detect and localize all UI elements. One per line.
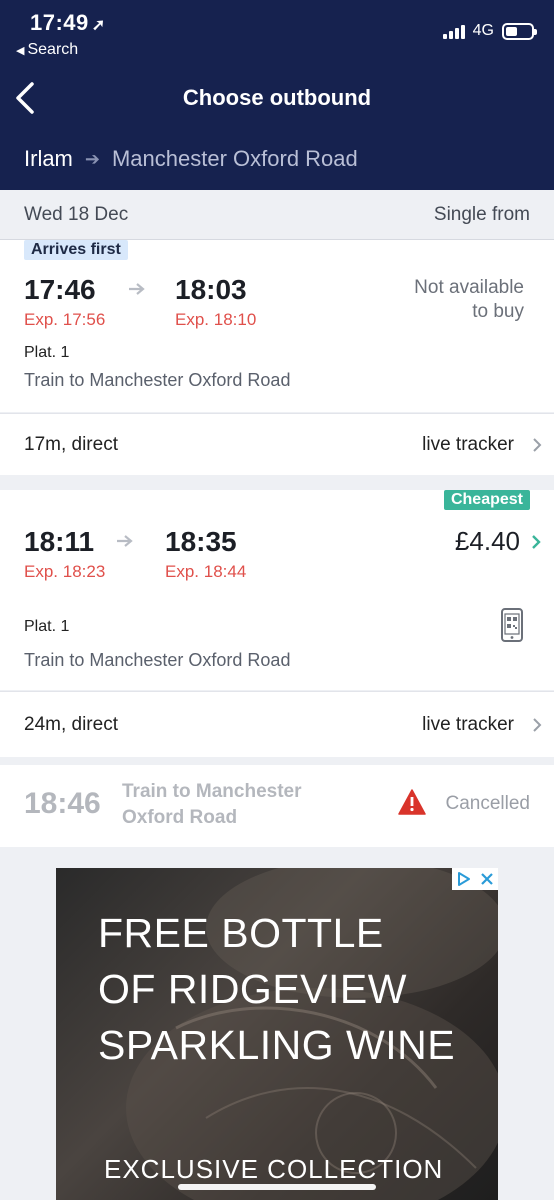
chevron-right-icon [533,718,542,732]
destination-line-2: Oxford Road [122,807,238,828]
home-indicator[interactable] [178,1184,376,1190]
clock: 17:49 [30,10,89,35]
mobile-ticket-icon [501,608,523,642]
screen: 17:49 ➚ ◀ Search 4G Choose outbound Irlam … [0,0,554,1200]
chevron-right-icon [532,535,541,549]
arrival-time: 18:35 [165,526,237,557]
page-title: Choose outbound [182,85,372,110]
ad-close-icon[interactable] [480,872,494,886]
route-arrow-icon: ➔ [84,148,100,169]
header: 17:49 ➚ ◀ Search 4G Choose outbound Irlam … [0,0,554,190]
advertisement-banner[interactable]: FREE BOTTLE OF RIDGEVIEW SPARKLING WINE … [56,868,498,1200]
availability-line-1: Not available [414,277,524,298]
travel-date: Wed 18 Dec [24,204,129,225]
battery-icon [502,22,537,40]
arrival-time: 18:03 [175,274,247,305]
status-time: 17:49 ➚ [30,10,106,36]
platform-label: Plat. 1 [24,344,70,361]
cancelled-status: Cancelled [445,793,531,814]
chevron-right-icon [533,438,542,452]
origin-station: Irlam [24,146,73,171]
route-summary: Irlam ➔ Manchester Oxford Road [24,146,358,172]
journey-duration: 24m, direct [24,714,118,735]
journey-card-3-cancelled[interactable]: 18:46 Train to Manchester Oxford Road Ca… [0,765,554,847]
adchoices-icon[interactable] [456,871,472,887]
ad-headline-3: SPARKLING WINE [98,1022,456,1068]
ad-headline-2: OF RIDGEVIEW [98,966,407,1012]
destination-line-1: Train to Manchester [122,781,302,802]
arrives-first-badge: Arrives first [24,240,128,260]
status-indicators: 4G [442,22,537,40]
departure-expected: Exp. 18:23 [24,562,106,581]
ad-controls [452,868,498,890]
time-arrow-icon [129,283,145,295]
ad-headline-1: FREE BOTTLE [98,910,384,956]
back-to-app-label: Search [27,41,79,58]
departure-time: 18:46 [24,787,101,820]
ticket-price[interactable]: £4.40 [455,526,520,557]
ad-footer-text: EXCLUSIVE COLLECTION [104,1154,444,1184]
journey-card-2[interactable]: Cheapest 18:11 Exp. 18:23 18:35 Exp. 18:… [0,490,554,690]
warning-icon [398,789,426,815]
availability-line-2: to buy [472,301,524,322]
departure-time: 18:11 [24,526,95,557]
train-destination: Train to Manchester Oxford Road [24,370,291,390]
live-tracker-link[interactable]: live tracker [422,714,514,736]
journey-1-footer: 17m, direct live tracker [0,413,554,475]
journey-2-footer: 24m, direct live tracker [0,691,554,757]
location-arrow-icon: ➚ [91,17,106,34]
arrival-expected: Exp. 18:10 [175,310,257,329]
arrival-expected: Exp. 18:44 [165,562,247,581]
departure-expected: Exp. 17:56 [24,310,106,329]
time-arrow-icon [117,535,133,547]
signal-icon [442,23,467,39]
live-tracker-link[interactable]: live tracker [422,434,514,456]
platform-label: Plat. 1 [24,618,70,635]
date-bar: Wed 18 Dec Single from [0,190,554,240]
journey-duration: 17m, direct [24,434,118,455]
fare-type-label: Single from [433,204,530,225]
journey-card-1[interactable]: Arrives first 17:46 Exp. 17:56 18:03 Exp… [0,240,554,412]
train-destination: Train to Manchester Oxford Road [122,779,342,831]
cheapest-badge: Cheapest [443,490,530,510]
availability-text: Not available to buy [414,276,524,324]
back-to-app-link[interactable]: ◀ Search [16,41,78,59]
network-type: 4G [472,22,494,39]
departure-time: 17:46 [24,274,96,305]
train-destination: Train to Manchester Oxford Road [24,650,291,670]
back-triangle-icon: ◀ [16,45,25,57]
destination-station: Manchester Oxford Road [111,146,358,171]
